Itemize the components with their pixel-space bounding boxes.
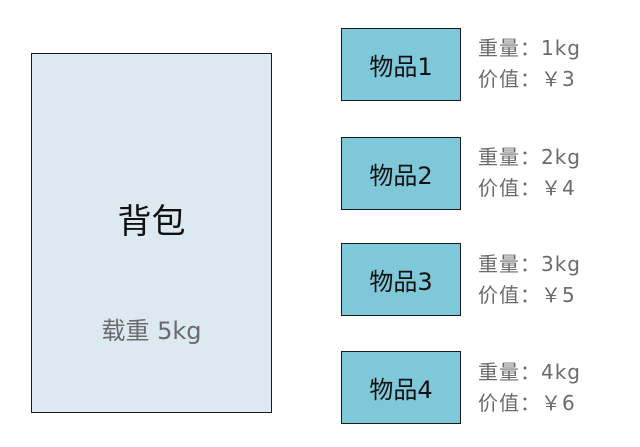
- item-info-1: 重量：1kg 价值：￥3: [478, 33, 638, 95]
- item-value: 价值：￥4: [478, 176, 576, 200]
- item-weight: 重量：1kg: [478, 36, 582, 60]
- item-value: 价值：￥5: [478, 283, 576, 307]
- item-box-1: 物品1: [341, 28, 461, 101]
- item-box-4: 物品4: [341, 351, 461, 424]
- item-info-3: 重量：3kg 价值：￥5: [478, 249, 638, 311]
- item-info-4: 重量：4kg 价值：￥6: [478, 357, 638, 419]
- backpack-title: 背包: [117, 202, 186, 242]
- item-box-3: 物品3: [341, 243, 461, 316]
- backpack-capacity: 载重 5kg: [101, 317, 202, 345]
- item-weight: 重量：4kg: [478, 360, 582, 384]
- item-box-2: 物品2: [341, 137, 461, 210]
- item-weight: 重量：3kg: [478, 252, 582, 276]
- item-info-2: 重量：2kg 价值：￥4: [478, 142, 638, 204]
- item-weight: 重量：2kg: [478, 145, 582, 169]
- backpack-box: 背包 载重 5kg: [31, 53, 272, 413]
- item-value: 价值：￥6: [478, 391, 576, 415]
- item-value: 价值：￥3: [478, 67, 576, 91]
